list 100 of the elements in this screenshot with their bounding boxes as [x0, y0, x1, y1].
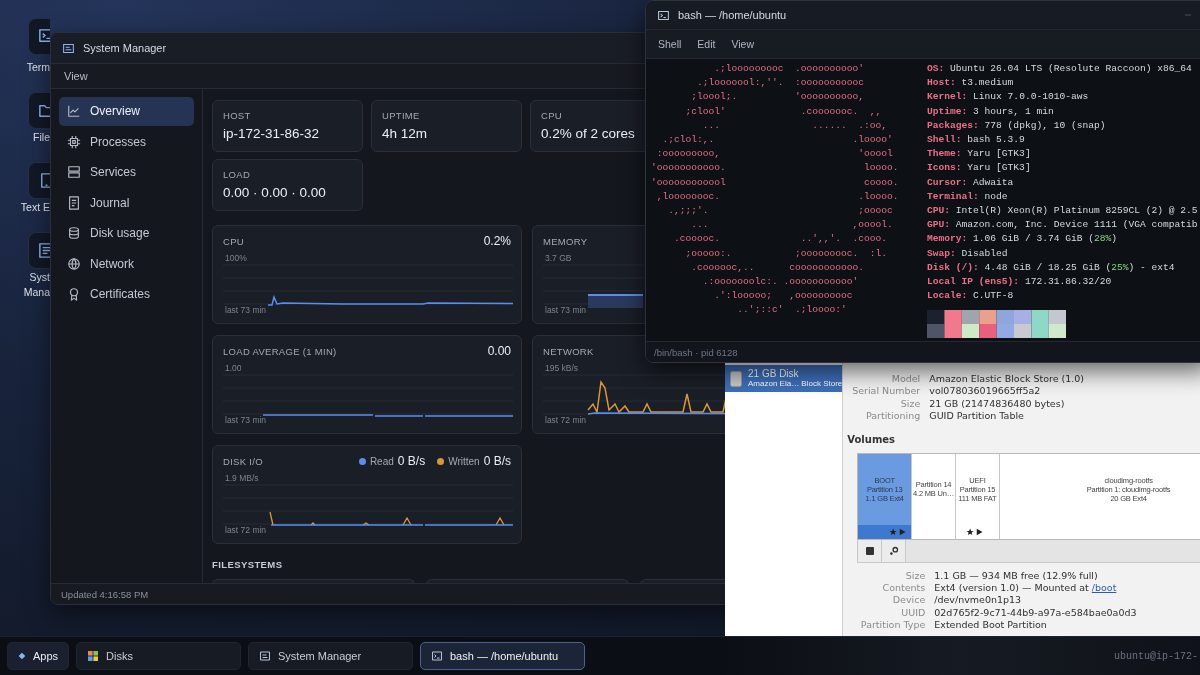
stop-icon — [864, 545, 875, 556]
drive-item[interactable]: 21 GB Disk Amazon Ela… Block Store — [725, 365, 843, 392]
server-icon — [67, 165, 81, 180]
system-info-line: Swap: Disabled — [927, 246, 1009, 261]
detail-value: GUID Partition Table — [929, 410, 1025, 423]
diamond-icon — [18, 650, 26, 662]
desktop-icon-label: Syst — [29, 271, 50, 284]
detail-value: 21 GB (21474836480 bytes) — [929, 397, 1066, 411]
menu-item[interactable]: Edit — [697, 38, 716, 50]
list-icon[interactable] — [28, 232, 50, 269]
chart-reading: 0.2% — [483, 234, 511, 248]
ascii-art-line: .:ooooooolc:. .ooooooooooo' — [701, 275, 860, 290]
chart-title: NETWORK — [543, 345, 594, 357]
stat-value: ip-172-31-86-32 — [223, 126, 321, 141]
folder-icon[interactable] — [28, 92, 50, 129]
sidebar-item[interactable]: Disk usage — [59, 219, 194, 248]
settings-icon — [888, 545, 899, 556]
system-info-line: Shell: bash 5.3.9 — [927, 133, 1026, 147]
terminal-icon — [657, 8, 670, 22]
stop-button[interactable] — [858, 539, 883, 562]
time-span-label: last 73 min — [545, 305, 587, 315]
grid-icon — [87, 650, 99, 662]
sidebar-item[interactable]: Services — [59, 158, 194, 187]
detail-value: Ext4 (version 1.0) — Mounted at /boot — [934, 582, 1118, 595]
taskbar-window-button[interactable]: bash — /home/ubuntu — [420, 642, 585, 670]
system-info-line: CPU: Intel(R) Xeon(R) Platinum 8259CL (2) @ 2.5 — [927, 204, 1198, 219]
desktop-icon-label: Mana — [23, 286, 50, 299]
section-heading: FILESYSTEMS — [212, 559, 284, 570]
chip-icon — [67, 134, 81, 149]
sidebar-item[interactable]: Overview — [59, 97, 194, 126]
settings-button[interactable] — [882, 539, 907, 562]
ascii-art-line: 'oooooooooool coooo. — [651, 175, 900, 190]
desktop-icon-label: Text E — [20, 201, 50, 214]
menu-item[interactable]: View — [64, 70, 88, 82]
system-info-line: Host: t3.medium — [927, 76, 1015, 91]
database-icon — [67, 226, 81, 241]
menu-item[interactable]: Shell — [658, 38, 682, 50]
sidebar-item[interactable]: Processes — [59, 127, 194, 156]
stat-value: 4h 12m — [382, 126, 429, 141]
taskbar-window-button[interactable]: System Manager — [248, 642, 413, 670]
system-info-line: Local IP (ens5): 172.31.86.32/20 — [927, 275, 1113, 290]
ascii-art-line: ... ...... .:oo, — [701, 118, 889, 133]
axis-max-label: 195 kB/s — [545, 363, 579, 373]
stat-label: HOST — [223, 110, 252, 121]
detail-label: Size — [899, 397, 921, 411]
stat-value: 0.00 · 0.00 · 0.00 — [223, 185, 327, 200]
ascii-art-line: ;loool;. 'oooooooooo, — [690, 90, 866, 105]
section-heading: Volumes — [847, 433, 897, 445]
detail-label: Size — [904, 569, 926, 583]
axis-max-label: 1.00 — [225, 363, 242, 373]
sidebar-item[interactable]: Journal — [59, 188, 194, 217]
terminal-icon[interactable] — [28, 18, 50, 55]
detail-value: 02d765f2-9c71-44b9-a97a-e584bae0a0d3 — [934, 606, 1138, 620]
time-span-label: last 72 min — [545, 415, 587, 425]
chart-title: LOAD AVERAGE (1 MIN) — [223, 345, 337, 357]
award-icon — [67, 287, 81, 302]
detail-value: /dev/nvme0n1p13 — [934, 594, 1023, 607]
status-text: Updated 4:16:58 PM — [61, 588, 149, 600]
window-icon — [62, 41, 75, 55]
ascii-art-line: 'ooooooooooo. loooo. — [651, 161, 900, 176]
ascii-art-line: .;looooool:,''. :ooooooooooc — [696, 76, 866, 91]
sidebar-item[interactable]: Certificates — [59, 280, 194, 309]
stat-label: CPU — [541, 110, 563, 121]
tablet-icon[interactable] — [28, 162, 50, 199]
legend-value: 0 B/s — [483, 454, 511, 468]
time-span-label: last 73 min — [225, 415, 267, 425]
system-info-line: Cursor: Adwaita — [927, 175, 1015, 190]
chart-title: DISK I/O — [223, 455, 263, 467]
sidebar-item[interactable]: Network — [59, 249, 194, 278]
system-info-line: Packages: 778 (dpkg), 10 (snap) — [927, 118, 1107, 133]
detail-value: Extended Boot Partition — [934, 619, 1048, 632]
axis-max-label: 100% — [225, 253, 247, 263]
ascii-art-line: .;clol:,. .loooo' — [661, 133, 894, 147]
stat-label: LOAD — [223, 169, 252, 180]
system-info-line: Theme: Yaru [GTK3] — [927, 147, 1032, 162]
globe-icon — [67, 256, 81, 271]
desktop-icon-label: File — [33, 131, 50, 144]
detail-value: 1.1 GB — 934 MB free (12.9% full) — [934, 569, 1099, 583]
apps-button[interactable]: Apps — [7, 642, 69, 670]
system-info-line: GPU: Amazon.com, Inc. Device 1111 (VGA compatib — [927, 218, 1198, 233]
taskbar-window-button[interactable]: Disks — [76, 642, 241, 670]
system-info-line: Terminal: node — [927, 189, 1009, 204]
legend-value: 0 B/s — [397, 454, 426, 468]
drive-detail: Amazon Ela… Block Store — [748, 378, 843, 389]
legend-label: Read — [369, 455, 394, 467]
stat-label: UPTIME — [382, 110, 421, 121]
ascii-art-line: ;clool' .cooooooc. ,, — [684, 104, 883, 119]
menu-item[interactable]: View — [731, 38, 755, 50]
ascii-art-line: .':looooo; ,oooooooooc — [713, 289, 854, 304]
system-info-line: Kernel: Linux 7.0.0-1010-aws — [927, 90, 1090, 105]
chart-reading: 0.00 — [487, 344, 511, 358]
mount-link[interactable]: /boot — [1091, 582, 1117, 594]
window-icon — [259, 650, 271, 662]
detail-label: Serial Number — [851, 385, 921, 398]
detail-value: vol078036019665ff5a2 — [929, 385, 1042, 398]
chart-title: CPU — [223, 235, 244, 247]
ascii-art-line: .;looooooooc .oooooooooo' — [713, 62, 866, 76]
document-icon — [67, 195, 81, 210]
system-info-line: OS: Ubuntu 26.04 LTS (Resolute Raccoon) x86_64 — [927, 62, 1193, 76]
legend-label: Written — [448, 455, 480, 467]
